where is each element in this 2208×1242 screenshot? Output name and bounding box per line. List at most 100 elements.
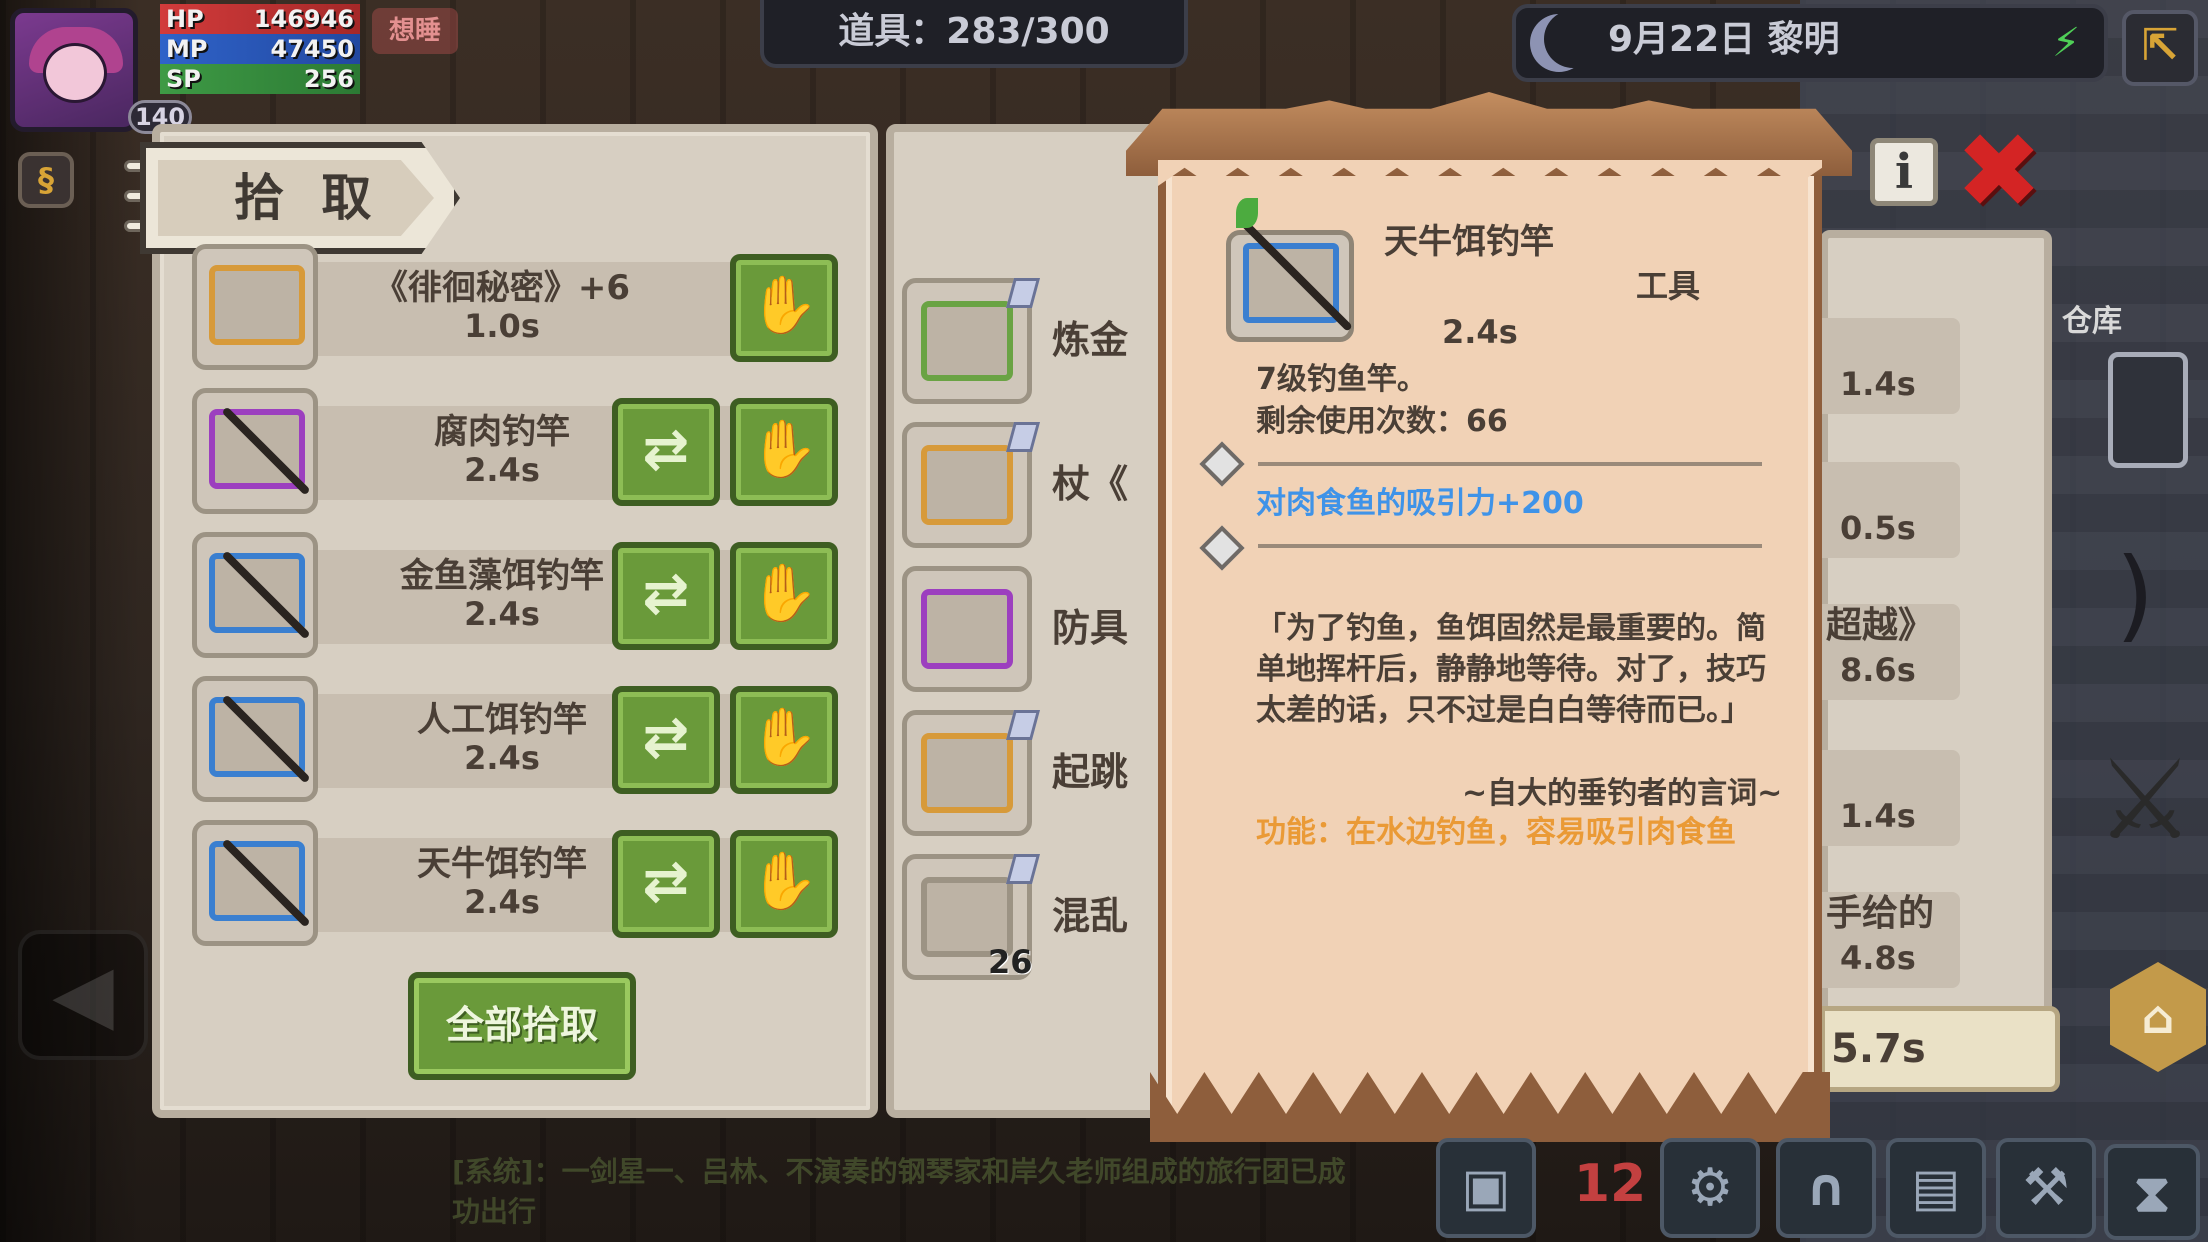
storage-item-time: 1.4s — [1840, 797, 1916, 835]
item-time: 2.4s — [464, 595, 540, 633]
item-frame — [921, 445, 1013, 525]
detail-item-slot — [1226, 230, 1354, 342]
storage-item-name — [1826, 750, 1956, 794]
item-name: 人工饵钓竿 — [417, 700, 587, 740]
storage-item-name: 手给的 — [1826, 893, 1935, 934]
item-frame — [921, 589, 1013, 669]
hp-value: 146946 — [253, 5, 354, 33]
pickup-button[interactable]: ✋ — [730, 254, 838, 362]
swap-button[interactable]: ⇄ — [612, 686, 720, 794]
item-name: 《徘徊秘密》+6 — [373, 268, 631, 308]
pickup-button[interactable]: ✋ — [730, 542, 838, 650]
item-slot[interactable] — [192, 244, 318, 370]
storage-item-name: 超越》 — [1826, 605, 1935, 646]
item-time: 2.4s — [464, 451, 540, 489]
hourglass-icon[interactable]: ⧗ — [2104, 1144, 2200, 1240]
divider — [1258, 544, 1762, 548]
backpack-icon[interactable]: ▣ — [1436, 1138, 1536, 1238]
mp-bar: MP 47450 — [160, 34, 360, 64]
status-tag: 想睡 — [372, 8, 458, 54]
item-slot[interactable] — [192, 820, 318, 946]
bow-icon[interactable]: ) — [2090, 530, 2180, 660]
pickup-row[interactable]: 天牛饵钓竿 2.4s ⇄ ✋ — [192, 820, 838, 946]
detail-effect-text: 对肉食鱼的吸引力+200 — [1256, 486, 1584, 521]
exit-button[interactable]: ⇱ — [2122, 10, 2198, 86]
system-chat-message: [系统]：一剑星一、吕林、不演奏的钢琴家和岸久老师组成的旅行团已成功出行 — [452, 1155, 1346, 1228]
leaf-icon — [1236, 198, 1258, 228]
storage-row[interactable]: 1.4s — [1820, 318, 1960, 414]
mp-label: MP — [166, 35, 208, 63]
divider — [1258, 462, 1762, 466]
date-text: 9月22日 黎明 — [1608, 19, 1840, 60]
swap-button[interactable]: ⇄ — [612, 398, 720, 506]
item-slot[interactable] — [902, 566, 1032, 692]
detail-item-time: 2.4s — [1442, 313, 1518, 351]
item-frame — [209, 265, 305, 345]
pickup-row[interactable]: 《徘徊秘密》+6 1.0s ✋ — [192, 244, 838, 370]
pickup-button[interactable]: ✋ — [730, 830, 838, 938]
item-frame — [1243, 243, 1339, 323]
storage-item-name — [1826, 462, 1956, 506]
pickup-button[interactable]: ✋ — [730, 686, 838, 794]
storage-row[interactable]: 0.5s — [1820, 462, 1960, 558]
pickup-button[interactable]: ✋ — [730, 398, 838, 506]
storage-row[interactable]: 超越》 8.6s — [1820, 604, 1960, 700]
mp-value: 47450 — [270, 35, 355, 63]
sp-value: 256 — [303, 65, 354, 93]
moon-icon — [1530, 14, 1588, 72]
swap-button[interactable]: ⇄ — [612, 542, 720, 650]
storage-row[interactable]: 手给的 4.8s — [1820, 892, 1960, 988]
quest-icon[interactable]: § — [18, 152, 74, 208]
item-count: 26 — [988, 943, 1033, 981]
character-portrait[interactable] — [10, 8, 138, 132]
sword-icon[interactable]: ⚔ — [2090, 730, 2200, 870]
pickaxe-icon[interactable]: ⚒ — [1996, 1138, 2096, 1238]
pickup-title: 拾 取 — [234, 169, 382, 227]
item-time: 2.4s — [464, 739, 540, 777]
chest-icon[interactable]: ▤ — [1886, 1138, 1986, 1238]
pickup-row[interactable]: 腐肉钓竿 2.4s ⇄ ✋ — [192, 388, 838, 514]
item-slot[interactable] — [192, 388, 318, 514]
settings-gear-icon[interactable]: ⚙ — [1660, 1138, 1760, 1238]
sp-label: SP — [166, 65, 201, 93]
sp-bar: SP 256 — [160, 64, 360, 94]
storage-row[interactable]: 1.4s — [1820, 750, 1960, 846]
phone-icon[interactable] — [2108, 352, 2188, 468]
close-button[interactable]: ✖ — [1954, 119, 2044, 223]
item-frame — [921, 733, 1013, 813]
item-name: 金鱼藻饵钓竿 — [400, 556, 604, 596]
storage-label: 仓库 — [2062, 304, 2122, 339]
swap-button[interactable]: ⇄ — [612, 830, 720, 938]
hotbar-switch-icon[interactable]: 12 — [1560, 1138, 1660, 1238]
storage-item-name — [1826, 318, 1956, 362]
detail-uses-text: 剩余使用次数：66 — [1256, 404, 1508, 439]
hp-bar: HP 146946 — [160, 4, 360, 34]
pickup-row[interactable]: 金鱼藻饵钓竿 2.4s ⇄ ✋ — [192, 532, 838, 658]
detail-flavor-quote: 「为了钓鱼，鱼饵固然是最重要的。简单地挥杆后，静静地等待。对了，技巧太差的话，只… — [1256, 611, 1766, 728]
storage-item-time: 8.6s — [1840, 651, 1916, 689]
magnet-icon[interactable]: ∩ — [1776, 1138, 1876, 1238]
detail-item-type: 工具 — [1636, 267, 1701, 305]
hp-label: HP — [166, 5, 204, 33]
portrait-face — [43, 43, 107, 103]
detail-function-text: 功能：在水边钓鱼，容易吸引肉食鱼 — [1256, 815, 1736, 850]
item-slot[interactable] — [192, 676, 318, 802]
pickup-row[interactable]: 人工饵钓竿 2.4s ⇄ ✋ — [192, 676, 838, 802]
item-slot[interactable] — [192, 532, 318, 658]
pickup-all-button[interactable]: 全部拾取 — [408, 972, 636, 1080]
detail-quote-source: ~自大的垂钓者的言词~ — [1462, 776, 1783, 811]
info-button[interactable]: i — [1870, 138, 1938, 206]
storage-item-time: 1.4s — [1840, 365, 1916, 403]
storage-total: 5.7s — [1820, 1006, 2060, 1092]
item-time: 2.4s — [464, 883, 540, 921]
storage-item-time: 4.8s — [1840, 939, 1916, 977]
item-time: 1.0s — [464, 307, 540, 345]
inventory-counter: 道具：283/300 — [760, 0, 1188, 68]
detail-item-name: 天牛饵钓竿 — [1384, 222, 1554, 262]
item-name: 腐肉钓竿 — [434, 412, 570, 452]
detail-level-text: 7级钓鱼竿。 — [1256, 362, 1427, 397]
storage-item-time: 0.5s — [1840, 509, 1916, 547]
wifi-icon: ⚡ — [2051, 20, 2081, 66]
item-frame — [921, 301, 1013, 381]
dpad-left-button[interactable]: ◀ — [18, 930, 148, 1060]
